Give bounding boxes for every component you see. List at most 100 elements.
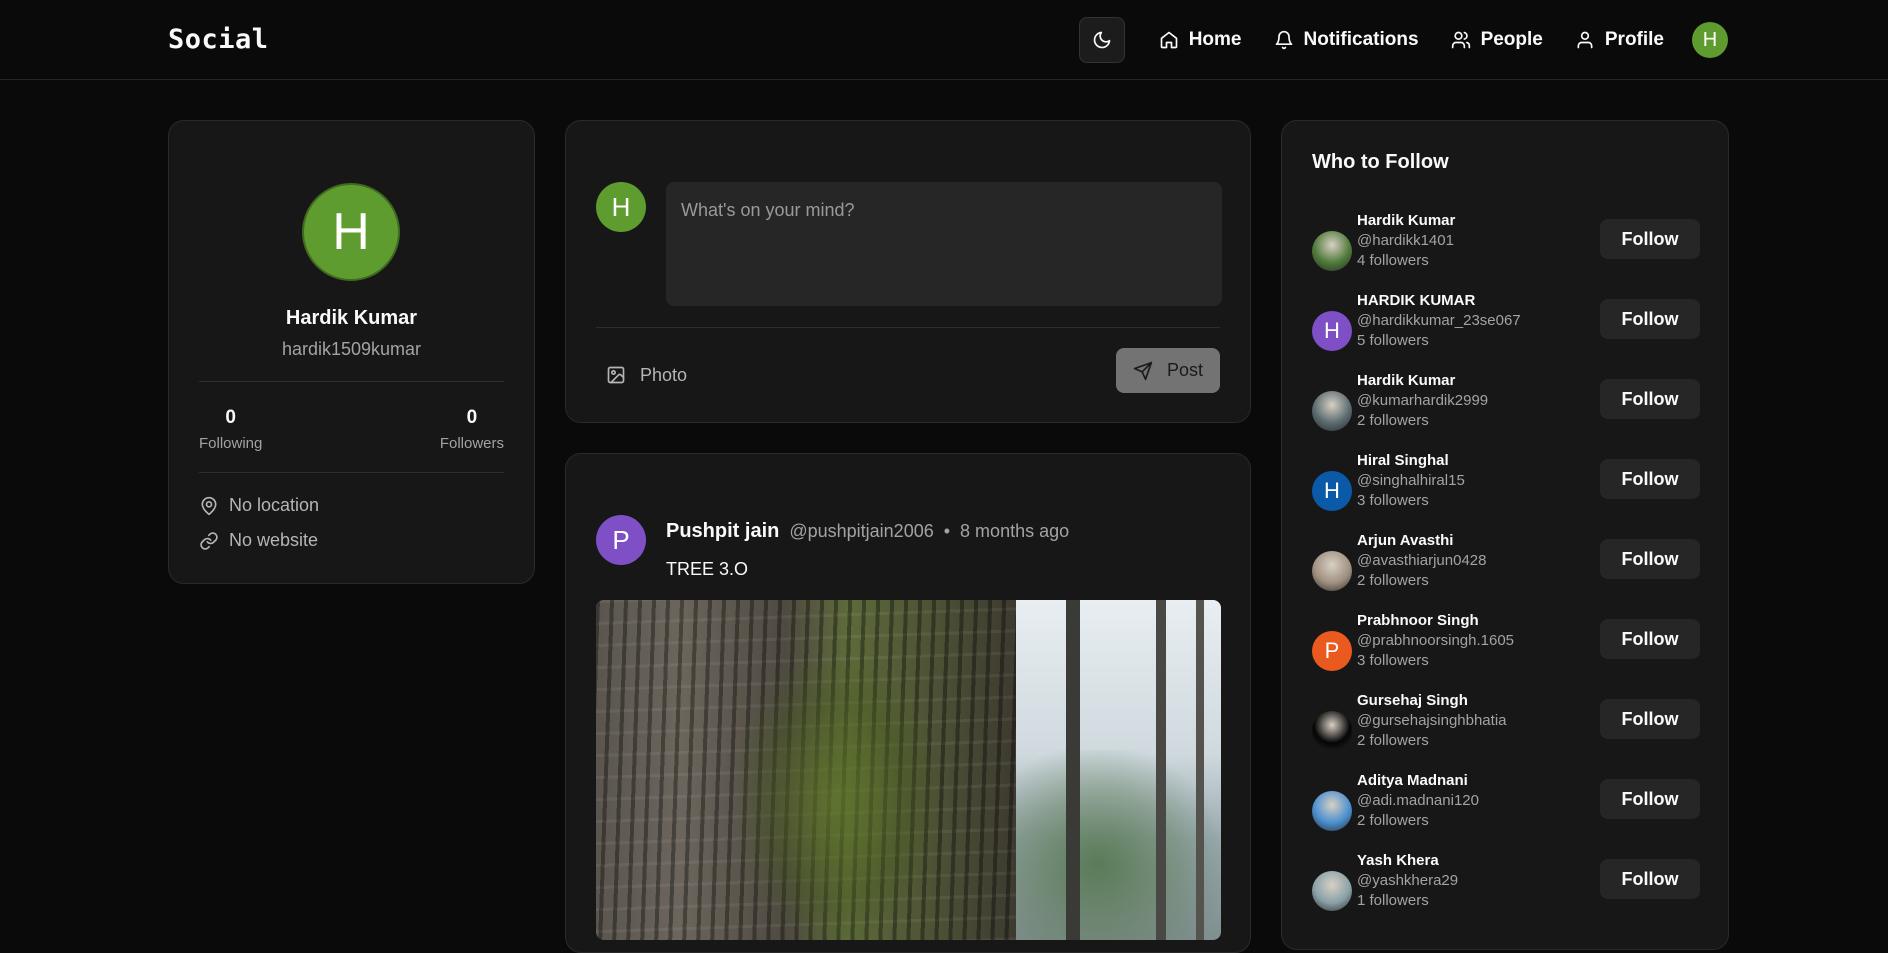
post-author-avatar[interactable]: P xyxy=(596,515,646,565)
website-text: No website xyxy=(229,530,319,550)
suggested-user-info: Yash Khera @yashkhera29 1 followers xyxy=(1357,851,1458,911)
photo-label: Photo xyxy=(640,364,688,385)
composer-avatar: H xyxy=(596,182,646,232)
follow-button[interactable]: Follow xyxy=(1600,539,1700,579)
suggested-user-avatar[interactable] xyxy=(1312,551,1352,591)
suggested-user-handle: @hardikk1401 xyxy=(1357,232,1454,249)
nav-home[interactable]: Home xyxy=(1143,17,1258,63)
profile-name: Hardik Kumar xyxy=(285,307,418,329)
suggested-user-handle: @singhalhiral15 xyxy=(1357,472,1465,489)
suggested-user-info: Gursehaj Singh @gursehajsinghbhatia 2 foll… xyxy=(1357,691,1507,751)
home-icon xyxy=(1160,31,1178,49)
suggested-user: H Hiral Singhal @singhalhiral15 3 followers… xyxy=(1312,451,1700,531)
suggested-user-avatar[interactable] xyxy=(1312,871,1352,911)
location-text: No location xyxy=(229,495,320,515)
suggested-user-name[interactable]: Aditya Madnani xyxy=(1357,771,1479,791)
suggested-user-followers: 3 followers xyxy=(1357,652,1429,669)
follow-button[interactable]: Follow xyxy=(1600,619,1700,659)
link-icon xyxy=(200,531,218,550)
post-content: TREE 3.O xyxy=(666,559,749,579)
profile-location: No location xyxy=(199,495,319,516)
divider xyxy=(199,472,504,473)
suggested-user-avatar[interactable] xyxy=(1312,711,1352,751)
suggested-user-name[interactable]: Hardik Kumar xyxy=(1357,371,1488,391)
suggested-user-name[interactable]: Hiral Singhal xyxy=(1357,451,1465,471)
following-count: 0 xyxy=(225,407,236,428)
suggested-user-info: Hardik Kumar @hardikk1401 4 followers xyxy=(1357,211,1455,271)
suggested-user-avatar[interactable] xyxy=(1312,791,1352,831)
profile-website: No website xyxy=(199,530,318,551)
bell-icon xyxy=(1275,30,1292,50)
suggested-user-avatar[interactable]: P xyxy=(1312,631,1352,671)
follow-button[interactable]: Follow xyxy=(1600,699,1700,739)
suggested-user-name[interactable]: Hardik Kumar xyxy=(1357,211,1455,231)
map-pin-icon xyxy=(201,496,217,515)
who-to-follow-card: Who to Follow Hardik Kumar @hardikk1401 4 … xyxy=(1281,120,1729,950)
profile-card: H Hardik Kumar hardik1509kumar 0 Followi… xyxy=(168,120,535,584)
suggested-user-followers: 3 followers xyxy=(1357,492,1429,509)
suggested-user-name[interactable]: Arjun Avasthi xyxy=(1357,531,1486,551)
suggested-user-name[interactable]: Gursehaj Singh xyxy=(1357,691,1507,711)
suggested-user-name[interactable]: Prabhnoor Singh xyxy=(1357,611,1514,631)
suggested-user-handle: @yashkhera29 xyxy=(1357,872,1459,889)
suggested-user-followers: 2 followers xyxy=(1357,732,1429,749)
suggested-user-info: HARDIK KUMAR @hardikkumar_23se067 5 follow… xyxy=(1357,291,1521,351)
suggested-user-info: Hardik Kumar @kumarhardik2999 2 followers xyxy=(1357,371,1488,431)
follow-button[interactable]: Follow xyxy=(1600,859,1700,899)
post-header: Pushpit jain @pushpitjain2006 • 8 months… xyxy=(666,520,1069,543)
follow-button[interactable]: Follow xyxy=(1600,779,1700,819)
suggested-user-followers: 1 followers xyxy=(1357,892,1429,909)
suggested-user-handle: @avasthiarjun0428 xyxy=(1357,552,1487,569)
suggested-user: Hardik Kumar @kumarhardik2999 2 followers F… xyxy=(1312,371,1700,451)
suggested-user-avatar[interactable] xyxy=(1312,231,1352,271)
post-input[interactable] xyxy=(666,182,1222,306)
suggested-user-avatar[interactable] xyxy=(1312,391,1352,431)
nav-profile-label: Profile xyxy=(1604,29,1664,50)
suggested-user-handle: @gursehajsinghbhatia xyxy=(1357,712,1507,729)
follow-button[interactable]: Follow xyxy=(1600,299,1700,339)
composer-divider xyxy=(596,327,1220,328)
user-avatar[interactable]: H xyxy=(1692,22,1728,58)
background-tree xyxy=(1066,600,1080,940)
nav-home-label: Home xyxy=(1188,29,1242,50)
suggested-user-name[interactable]: HARDIK KUMAR xyxy=(1357,291,1521,311)
suggested-user-avatar[interactable]: H xyxy=(1312,471,1352,511)
followers-count: 0 xyxy=(466,407,478,428)
follow-button[interactable]: Follow xyxy=(1600,219,1700,259)
suggested-user: H HARDIK KUMAR @hardikkumar_23se067 5 follo… xyxy=(1312,291,1700,371)
add-photo-button[interactable]: Photo xyxy=(606,357,687,393)
suggested-user: Arjun Avasthi @avasthiarjun0428 2 follower… xyxy=(1312,531,1700,611)
suggested-user: Gursehaj Singh @gursehajsinghbhatia 2 foll… xyxy=(1312,691,1700,771)
nav-profile[interactable]: Profile xyxy=(1559,17,1680,63)
follow-button[interactable]: Follow xyxy=(1600,379,1700,419)
post-composer: H Photo Post xyxy=(565,120,1251,423)
background-foliage xyxy=(1016,750,1221,940)
follow-button[interactable]: Follow xyxy=(1600,459,1700,499)
suggested-user: Yash Khera @yashkhera29 1 followers Follow xyxy=(1312,851,1700,931)
post-author-name[interactable]: Pushpit jain xyxy=(666,520,779,543)
suggested-user: P Prabhnoor Singh @prabhnoorsingh.1605 3 fo… xyxy=(1312,611,1700,691)
image-icon xyxy=(607,366,625,384)
moss xyxy=(736,660,936,940)
followers-label: Followers xyxy=(439,435,504,452)
post-image[interactable] xyxy=(596,600,1221,940)
suggested-user-info: Hiral Singhal @singhalhiral15 3 followers xyxy=(1357,451,1465,511)
suggested-user-followers: 2 followers xyxy=(1357,812,1429,829)
brand-logo[interactable]: Social xyxy=(168,24,269,55)
following-label: Following xyxy=(199,435,263,452)
suggested-user-info: Prabhnoor Singh @prabhnoorsingh.1605 3 fol… xyxy=(1357,611,1514,671)
nav-notifications[interactable]: Notifications xyxy=(1258,17,1435,63)
send-icon xyxy=(1133,361,1153,380)
suggested-user-info: Aditya Madnani @adi.madnani120 2 followers xyxy=(1357,771,1479,831)
suggested-user: Hardik Kumar @hardikk1401 4 followers Follo… xyxy=(1312,211,1700,291)
nav-people[interactable]: People xyxy=(1435,17,1559,63)
main-nav: Home Notifications People Profile H xyxy=(1078,17,1728,63)
who-to-follow-title: Who to Follow xyxy=(1312,151,1449,173)
post-button[interactable]: Post xyxy=(1116,348,1220,393)
suggested-user-name[interactable]: Yash Khera xyxy=(1357,851,1458,871)
suggested-user-avatar[interactable]: H xyxy=(1312,311,1352,351)
theme-toggle-button[interactable] xyxy=(1078,17,1125,63)
following-stat: 0 Following xyxy=(199,407,262,452)
background-tree xyxy=(1196,600,1204,940)
feed-post: P Pushpit jain @pushpitjain2006 • 8 mont… xyxy=(565,453,1251,953)
